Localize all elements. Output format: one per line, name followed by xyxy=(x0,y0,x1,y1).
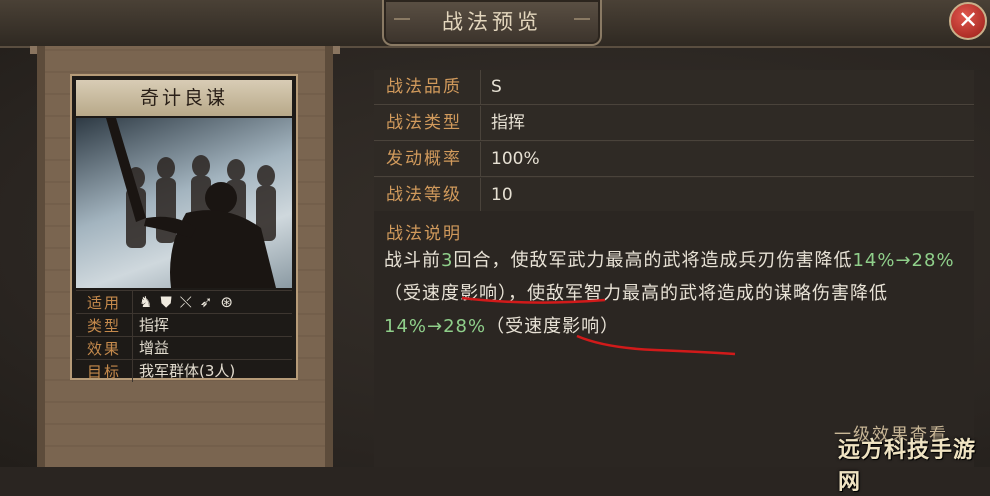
info-key: 战法类型 xyxy=(386,113,462,133)
tactic-artwork xyxy=(76,118,292,288)
title-ornament-right xyxy=(574,18,590,20)
warrior-silhouette-image xyxy=(106,118,276,288)
attribute-row-type: 类型 指挥 xyxy=(76,313,292,336)
attribute-row-effect: 效果 增益 xyxy=(76,336,292,359)
close-button[interactable]: ✕ xyxy=(949,2,987,40)
tactic-attributes: 适用 ♞ ⛊ ⤬ ➶ ⊛ 类型 指挥 效果 增益 目标 我军群体(3人) xyxy=(76,290,292,382)
attribute-row-target: 目标 我军群体(3人) xyxy=(76,359,292,382)
info-value: 100% xyxy=(480,142,974,176)
attribute-value: 我军群体(3人) xyxy=(132,360,292,382)
wheel-icon: ⊛ xyxy=(220,293,233,311)
cavalry-icon: ♞ xyxy=(139,293,153,311)
description-segment: 回合，使敌军武力最高的武将造成兵刃伤害降低 xyxy=(453,250,853,271)
attribute-key: 效果 xyxy=(86,339,121,358)
troop-icons: ♞ ⛊ ⤬ ➶ ⊛ xyxy=(132,291,292,313)
info-row-probability: 发动概率 100% xyxy=(374,142,974,177)
info-value: 指挥 xyxy=(480,106,974,140)
description-segment: 3 xyxy=(441,250,454,271)
description-label: 战法说明 xyxy=(386,224,462,244)
tactic-card: 奇计良谋 适用 ♞ ⛊ ⤬ ➶ ⊛ 类型 指挥 效果 增益 目标 我军群体(3人… xyxy=(70,74,298,382)
description-segment: （受速度影响），使敌军智力最高的武将造成的谋略伤害降低 xyxy=(384,283,888,304)
attribute-key: 类型 xyxy=(86,316,121,335)
attribute-key: 适用 xyxy=(86,293,121,312)
watermark: 远方科技手游网 xyxy=(838,438,977,495)
attribute-key: 目标 xyxy=(86,362,121,381)
info-key: 战法品质 xyxy=(386,77,462,97)
info-key: 发动概率 xyxy=(386,149,462,169)
attribute-row-applicable: 适用 ♞ ⛊ ⤬ ➶ ⊛ xyxy=(76,290,292,313)
info-row-type: 战法类型 指挥 xyxy=(374,106,974,141)
description-segment: （受速度影响） xyxy=(486,316,620,337)
description-segment: 14%→28% xyxy=(852,250,955,271)
page-title: 战法预览 xyxy=(442,10,542,34)
bow-icon: ⤬ xyxy=(179,293,192,311)
tactic-name: 奇计良谋 xyxy=(76,80,292,116)
info-key: 战法等级 xyxy=(386,185,462,205)
info-value: 10 xyxy=(480,178,974,212)
spear-icon: ➶ xyxy=(199,293,213,311)
attribute-value: 增益 xyxy=(132,337,292,359)
description-text: 战斗前3回合，使敌军武力最高的武将造成兵刃伤害降低14%→28%（受速度影响），… xyxy=(384,244,964,343)
title-tab: 战法预览 xyxy=(382,0,602,46)
info-value: S xyxy=(480,70,974,104)
shield-icon: ⛊ xyxy=(160,293,172,311)
info-row-quality: 战法品质 S xyxy=(374,70,974,105)
tactic-info-table: 战法品质 S 战法类型 指挥 发动概率 100% 战法等级 10 xyxy=(374,70,974,214)
attribute-value: 指挥 xyxy=(132,314,292,336)
description-segment: 战斗前 xyxy=(384,250,441,271)
info-row-level: 战法等级 10 xyxy=(374,178,974,213)
description-segment: 14%→28% xyxy=(384,316,487,337)
